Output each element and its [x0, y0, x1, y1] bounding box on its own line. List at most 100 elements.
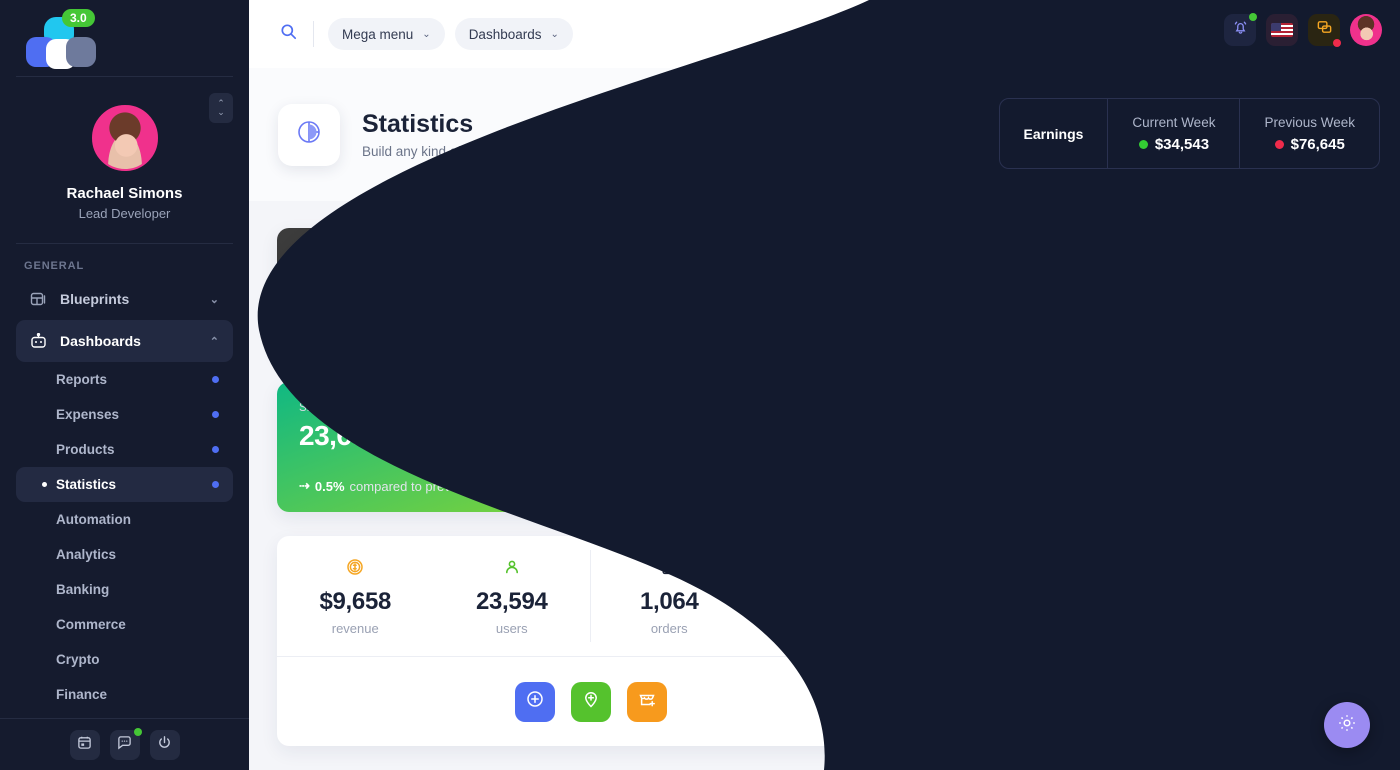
plus-icon: + [1302, 531, 1310, 543]
sidebar-item-finance[interactable]: Finance [16, 677, 233, 712]
metrics-row: $9,658 revenue 23,594 users 1,064 orders… [277, 536, 904, 656]
sidebar-item-expenses[interactable]: Expenses [16, 397, 233, 432]
contact-name: Gunilla Canario [1001, 464, 1101, 480]
mega-menu-button[interactable]: Mega menu ⌄ [328, 18, 445, 50]
status-dot-red [1274, 139, 1284, 149]
plus-icon: + [1302, 588, 1310, 600]
messenger-panel: MESSAGES Messenger Window ET Delete all … [931, 228, 1372, 749]
sidebar-item-products[interactable]: Products [16, 432, 233, 467]
chevron-down-icon: ⌄ [217, 107, 225, 117]
stat-card-sales-green[interactable]: SALES 23,684 ⇢ 0.5% compared to previous… [277, 382, 578, 512]
list-item[interactable]: Gunilla Canario Online + ADD [932, 452, 1371, 509]
stat-card-footer: ↑ 16.5% increase this month [299, 325, 465, 340]
stat-card-pct: 8.25% [635, 325, 673, 340]
list-item[interactable]: Rowena Geistmann Online + ADD [932, 509, 1371, 566]
metric-value: 23,594 [475, 588, 548, 615]
topbar-icons [1224, 13, 1382, 47]
sidebar-item-statistics[interactable]: Statistics [16, 467, 233, 502]
earnings-value: $34,543 [1154, 135, 1210, 153]
contact-status: Online [1001, 485, 1101, 497]
list-item[interactable]: Haydn Porter Online + ADD [932, 623, 1371, 680]
contact-status-label: Online [1013, 484, 1047, 497]
main-content: NEW ACCOUNTS 586,356 ↑ 16.5% increase th… [249, 201, 1400, 770]
store-plus-icon [637, 689, 657, 714]
add-contact-button[interactable]: + ADD [1289, 581, 1353, 607]
earnings-value-wrap: $34,543 [1138, 135, 1210, 153]
sidebar-item-commerce[interactable]: Commerce [16, 607, 233, 642]
avatar [950, 575, 988, 613]
logo-blobs-icon: 3.0 [18, 9, 96, 69]
power-icon [157, 735, 172, 755]
dashboards-menu-button[interactable]: Dashboards ⌄ [454, 18, 573, 50]
calendar-button[interactable] [69, 729, 100, 760]
plus-icon: + [1302, 474, 1310, 486]
flag-us-icon [1271, 23, 1293, 37]
add-label: ADD [1316, 645, 1340, 657]
user-avatar-button[interactable] [1350, 14, 1382, 46]
view-all-participants-button[interactable]: View all participants → [1060, 704, 1243, 735]
add-button[interactable] [514, 681, 555, 722]
language-button[interactable] [1266, 14, 1298, 46]
contact-name: Ede Stoving [1001, 578, 1080, 594]
messenger-search[interactable] [932, 343, 1371, 395]
add-label: ADD [1316, 531, 1340, 543]
stat-card-pct: 16.5% [310, 325, 348, 340]
sidebar-item-analytics[interactable]: Analytics [16, 537, 233, 572]
sidebar-subitem-label: Commerce [56, 617, 126, 632]
sidebar-item-crypto[interactable]: Crypto [16, 642, 233, 677]
add-contact-button[interactable]: + ADD [1289, 524, 1353, 550]
add-location-button[interactable] [570, 681, 611, 722]
messenger-header: MESSAGES Messenger Window ET [932, 229, 1371, 293]
add-contact-button[interactable]: + ADD [1289, 467, 1353, 493]
power-button[interactable] [149, 729, 180, 760]
online-dot-icon [1001, 544, 1008, 551]
delete-all-button[interactable]: Delete all [950, 310, 1009, 325]
version-badge: 3.0 [62, 9, 95, 27]
messages-icon [1316, 19, 1333, 41]
stat-card-sales-blue[interactable]: SALES 23,684 ⇢ 0.5% compared to previous… [602, 382, 903, 512]
search-input[interactable] [978, 361, 1353, 376]
sidebar-item-blueprints[interactable]: Blueprints ⌄ [16, 278, 233, 320]
messenger-user-avatar[interactable]: ET [1316, 242, 1353, 279]
logo[interactable]: 3.0 [0, 0, 249, 76]
stat-card-new-accounts[interactable]: NEW ACCOUNTS 586,356 ↑ 16.5% increase th… [277, 228, 578, 358]
add-store-button[interactable] [626, 681, 667, 722]
list-item[interactable]: Munroe Dacks Online + ADD [932, 395, 1371, 452]
sidebar-section-label: GENERAL [24, 260, 85, 272]
stat-card-new-orders[interactable]: NEW ORDERS 36,594 ↓ 8.25% decrease in or… [602, 228, 903, 358]
plus-icon: + [1302, 417, 1310, 429]
bell-icon [1232, 19, 1249, 41]
online-dot-icon [1001, 487, 1008, 494]
calculator-icon [817, 556, 835, 578]
profile-switch-button[interactable]: ⌃ ⌄ [209, 93, 233, 123]
add-contact-button[interactable]: + ADD [1289, 410, 1353, 436]
messages-button[interactable] [1308, 14, 1341, 47]
page-title: Statistics [362, 110, 474, 138]
messenger-subheader: Delete all Emma Taylor [932, 293, 1371, 343]
user-icon [503, 556, 521, 578]
chat-button[interactable] [109, 727, 142, 760]
notifications-button[interactable] [1224, 13, 1257, 46]
add-contact-button[interactable]: + ADD [1289, 638, 1353, 664]
sidebar-item-automation[interactable]: Automation [16, 502, 233, 537]
sidebar-item-dashboards[interactable]: Dashboards ⌃ [16, 320, 233, 362]
plus-circle-icon [525, 689, 545, 714]
settings-fab-button[interactable] [1324, 702, 1370, 748]
view-all-label: View all participants [1077, 712, 1203, 727]
avatar [950, 632, 988, 670]
messenger-title: Messenger Window [950, 259, 1090, 276]
avatar[interactable] [91, 105, 158, 171]
plus-icon: + [1302, 645, 1310, 657]
chevron-down-icon: ⌄ [209, 293, 219, 306]
messenger-kicker: MESSAGES [950, 245, 1018, 257]
sidebar-item-reports[interactable]: Reports [16, 362, 233, 397]
stat-card-foot-text: decrease in orders amounts [677, 325, 839, 340]
contact-status-label: Online [1013, 541, 1047, 554]
add-label: ADD [1316, 474, 1340, 486]
search-button[interactable] [267, 13, 309, 55]
stat-card-foot-text: compared to previous month [349, 478, 515, 494]
sidebar-item-banking[interactable]: Banking [16, 572, 233, 607]
active-bullet-icon [42, 482, 47, 487]
list-item[interactable]: Ede Stoving Online + ADD [932, 566, 1371, 623]
sidebar-subitem-label: Finance [56, 687, 108, 702]
